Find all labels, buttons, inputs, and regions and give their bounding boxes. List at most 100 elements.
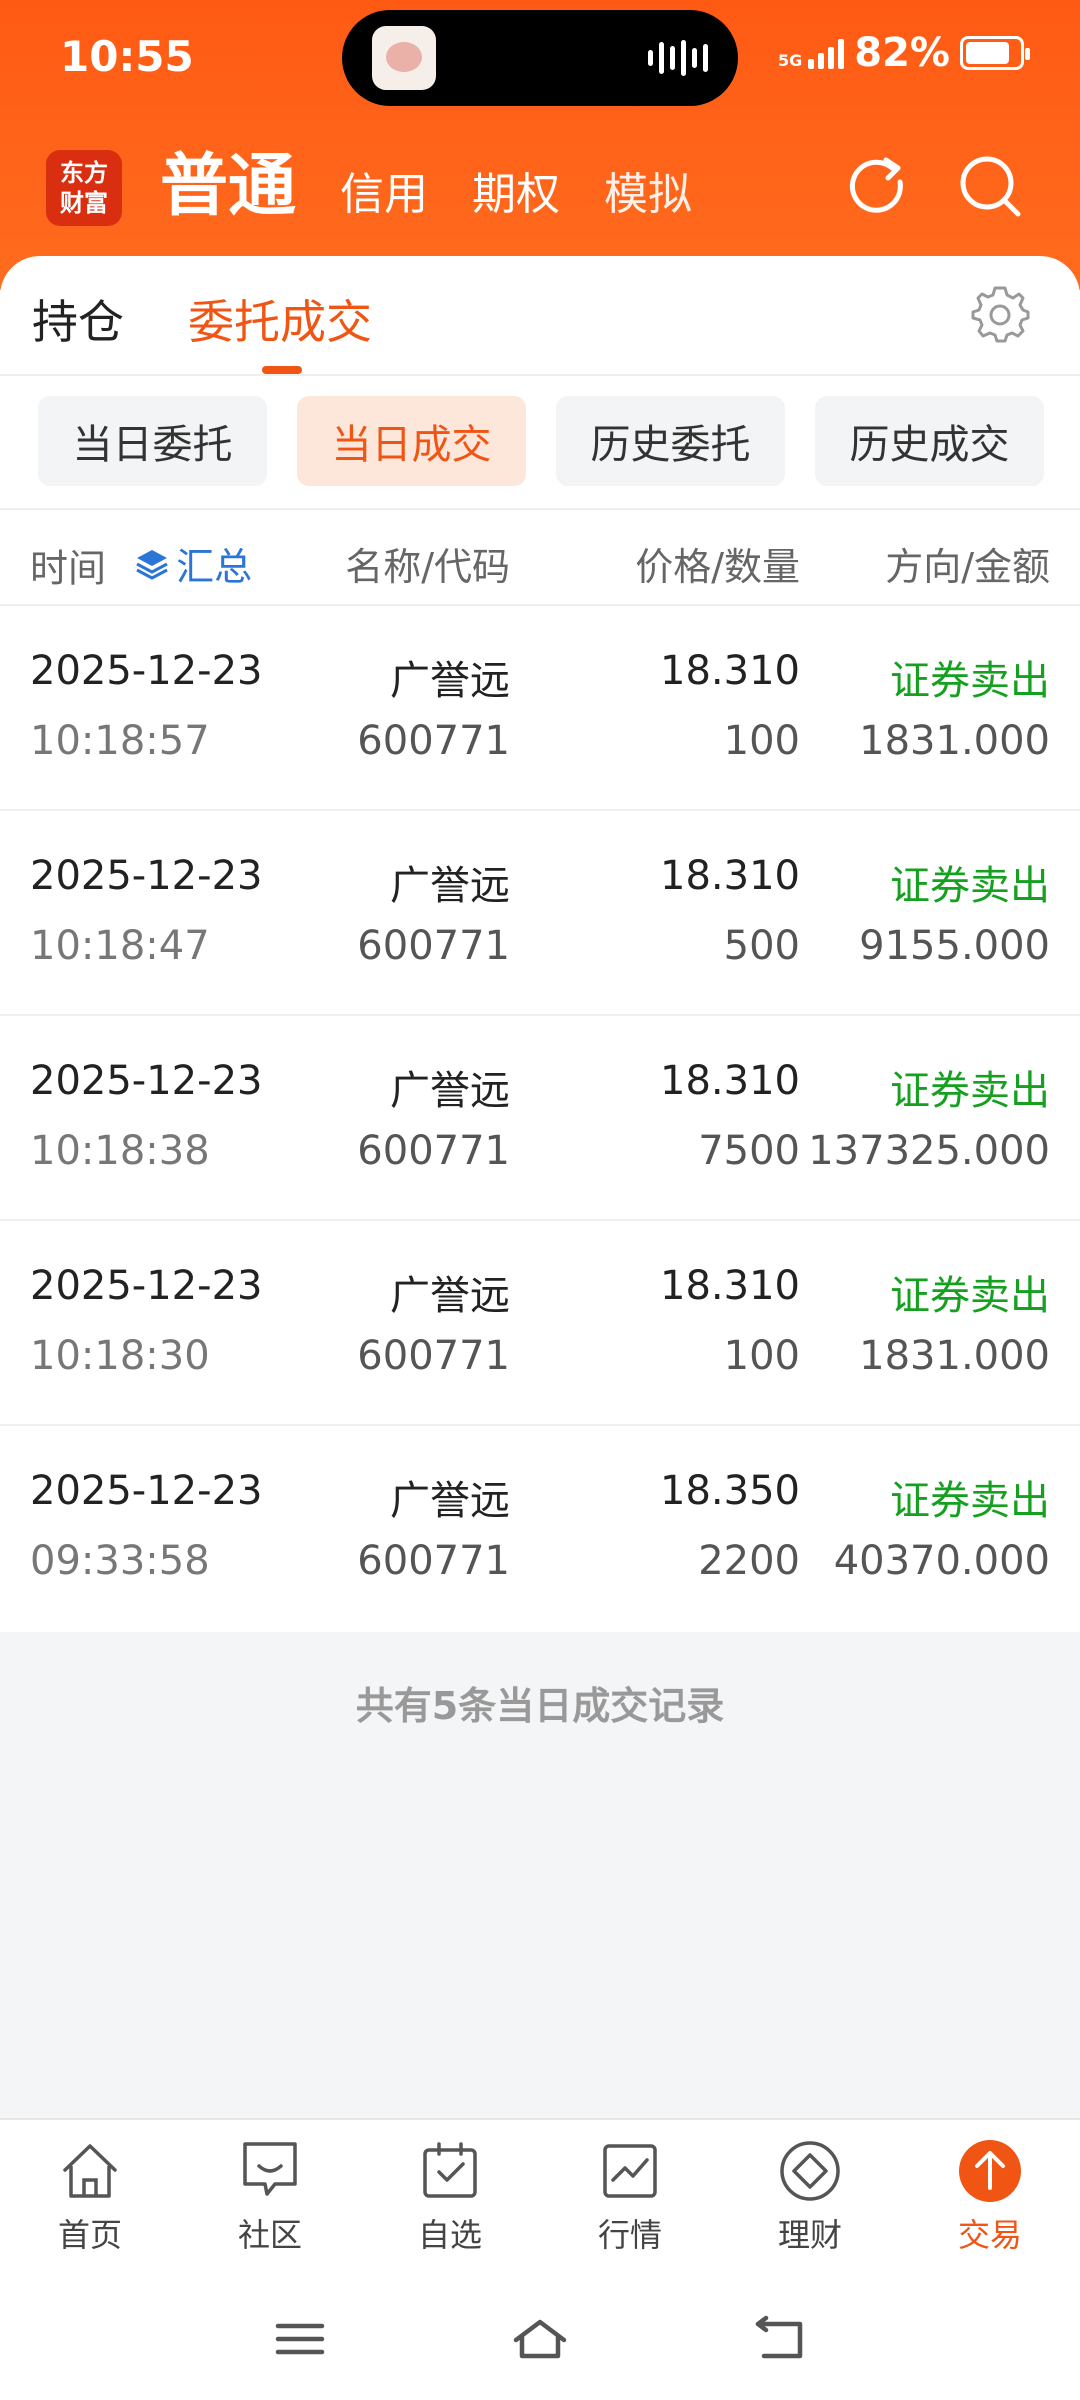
table-row[interactable]: 2025-12-23 10:18:38 广誉远 600771 18.310 75… xyxy=(0,1016,1080,1221)
music-app-icon[interactable] xyxy=(372,26,436,90)
table-row[interactable]: 2025-12-23 10:18:57 广誉远 600771 18.310 10… xyxy=(0,606,1080,811)
trade-time: 10:18:57 xyxy=(30,718,210,764)
trade-amount: 137325.000 xyxy=(808,1128,1050,1174)
trade-qty: 100 xyxy=(723,1333,800,1379)
stock-name: 广誉远 xyxy=(390,658,510,704)
seg-today-orders[interactable]: 当日委托 xyxy=(38,396,267,486)
battery-icon xyxy=(960,36,1030,70)
table-header: 时间 汇总 名称/代码 价格/数量 方向/金额 xyxy=(0,508,1080,606)
trade-date: 2025-12-23 xyxy=(30,853,263,899)
trade-icon xyxy=(959,2140,1021,2202)
finance-icon xyxy=(780,2141,840,2201)
nav-normal[interactable]: 普通 xyxy=(160,144,296,230)
bottom-nav: 首页 社区 自选 行情 理财 交易 xyxy=(0,2118,1080,2274)
trade-price: 18.350 xyxy=(660,1468,800,1514)
trade-date: 2025-12-23 xyxy=(30,1263,263,1309)
nav-label: 行情 xyxy=(597,2216,662,2254)
stock-name: 广誉远 xyxy=(390,863,510,909)
table-row[interactable]: 2025-12-23 09:33:58 广誉远 600771 18.350 22… xyxy=(0,1426,1080,1631)
search-icon[interactable] xyxy=(956,152,1026,222)
trade-amount: 40370.000 xyxy=(833,1538,1050,1584)
layers-icon xyxy=(136,549,168,580)
nav-home[interactable]: 首页 xyxy=(0,2120,180,2274)
app-logo[interactable]: 东方 财富 xyxy=(46,150,122,226)
trade-price: 18.310 xyxy=(660,1058,800,1104)
nav-label: 理财 xyxy=(777,2216,842,2254)
stock-code: 600771 xyxy=(357,718,510,764)
main-card: 持仓 委托成交 当日委托 当日成交 历史委托 历史成交 时间 汇总 名称/代码 xyxy=(0,256,1080,1632)
market-icon xyxy=(603,2144,657,2198)
nav-simulated[interactable]: 模拟 xyxy=(604,160,692,230)
battery-percent: 82% xyxy=(854,30,950,76)
trade-direction: 证券卖出 xyxy=(890,1273,1050,1319)
trade-date: 2025-12-23 xyxy=(30,1058,263,1104)
refresh-icon[interactable] xyxy=(842,152,912,222)
seg-history-orders[interactable]: 历史委托 xyxy=(556,396,785,486)
trade-qty: 7500 xyxy=(698,1128,800,1174)
nav-watchlist[interactable]: 自选 xyxy=(360,2120,540,2274)
header-name-code: 名称/代码 xyxy=(345,545,510,589)
account-type-nav: 普通 信用 期权 模拟 xyxy=(160,144,692,230)
trade-direction: 证券卖出 xyxy=(890,863,1050,909)
table-row[interactable]: 2025-12-23 10:18:47 广誉远 600771 18.310 50… xyxy=(0,811,1080,1016)
header-time: 时间 xyxy=(30,546,107,591)
gear-icon[interactable] xyxy=(968,282,1032,346)
back-icon[interactable] xyxy=(750,2314,810,2364)
stock-name: 广誉远 xyxy=(390,1478,510,1524)
trade-amount: 1831.000 xyxy=(859,1333,1050,1379)
trade-amount: 1831.000 xyxy=(859,718,1050,764)
signal-icon: 5G xyxy=(778,37,845,69)
audio-wave-icon xyxy=(648,38,708,78)
stock-name: 广誉远 xyxy=(390,1273,510,1319)
nav-label: 社区 xyxy=(237,2216,302,2254)
nav-label: 自选 xyxy=(417,2216,482,2254)
tab-orders-trades[interactable]: 委托成交 xyxy=(188,286,372,352)
trade-time: 10:18:38 xyxy=(30,1128,210,1174)
home-button-icon[interactable] xyxy=(510,2314,570,2364)
stock-name: 广誉远 xyxy=(390,1068,510,1114)
seg-today-trades[interactable]: 当日成交 xyxy=(297,396,526,486)
stock-code: 600771 xyxy=(357,923,510,969)
dynamic-island xyxy=(342,10,738,106)
summary-toggle[interactable]: 汇总 xyxy=(134,536,252,591)
trade-price: 18.310 xyxy=(660,648,800,694)
trade-price: 18.310 xyxy=(660,1263,800,1309)
nav-finance[interactable]: 理财 xyxy=(720,2120,900,2274)
status-time: 10:55 xyxy=(60,32,194,81)
header-time-cell: 时间 汇总 xyxy=(30,536,252,593)
header-price-qty: 价格/数量 xyxy=(635,545,800,589)
stock-code: 600771 xyxy=(357,1128,510,1174)
trade-direction: 证券卖出 xyxy=(890,1068,1050,1114)
seg-history-trades[interactable]: 历史成交 xyxy=(815,396,1044,486)
trade-amount: 9155.000 xyxy=(859,923,1050,969)
nav-options[interactable]: 期权 xyxy=(472,160,560,230)
tab-holdings[interactable]: 持仓 xyxy=(32,286,124,352)
home-icon xyxy=(63,2144,117,2198)
table-row[interactable]: 2025-12-23 10:18:30 广誉远 600771 18.310 10… xyxy=(0,1221,1080,1426)
nav-community[interactable]: 社区 xyxy=(180,2120,360,2274)
stock-code: 600771 xyxy=(357,1538,510,1584)
app-header: 10:55 5G 82% 东方 财富 普通 信用 期权 模拟 xyxy=(0,0,1080,290)
community-icon xyxy=(243,2142,297,2196)
trade-date: 2025-12-23 xyxy=(30,648,263,694)
trade-price: 18.310 xyxy=(660,853,800,899)
trade-time: 10:18:47 xyxy=(30,923,210,969)
trade-qty: 100 xyxy=(723,718,800,764)
nav-trade[interactable]: 交易 xyxy=(900,2120,1080,2274)
trade-date: 2025-12-23 xyxy=(30,1468,263,1514)
system-nav-bar xyxy=(0,2274,1080,2400)
trade-qty: 500 xyxy=(723,923,800,969)
stock-code: 600771 xyxy=(357,1333,510,1379)
summary-label: 汇总 xyxy=(176,545,253,589)
segment-control: 当日委托 当日成交 历史委托 历史成交 xyxy=(38,396,1044,486)
watchlist-icon xyxy=(423,2142,477,2198)
trade-time: 09:33:58 xyxy=(30,1538,210,1584)
menu-icon[interactable] xyxy=(270,2314,330,2364)
record-count-note: 共有5条当日成交记录 xyxy=(355,1684,725,1728)
active-tab-indicator xyxy=(262,366,302,374)
trade-direction: 证券卖出 xyxy=(890,658,1050,704)
nav-market[interactable]: 行情 xyxy=(540,2120,720,2274)
nav-credit[interactable]: 信用 xyxy=(340,160,428,230)
status-indicators: 5G 82% xyxy=(778,30,1030,76)
top-tabs: 持仓 委托成交 xyxy=(0,256,1080,376)
